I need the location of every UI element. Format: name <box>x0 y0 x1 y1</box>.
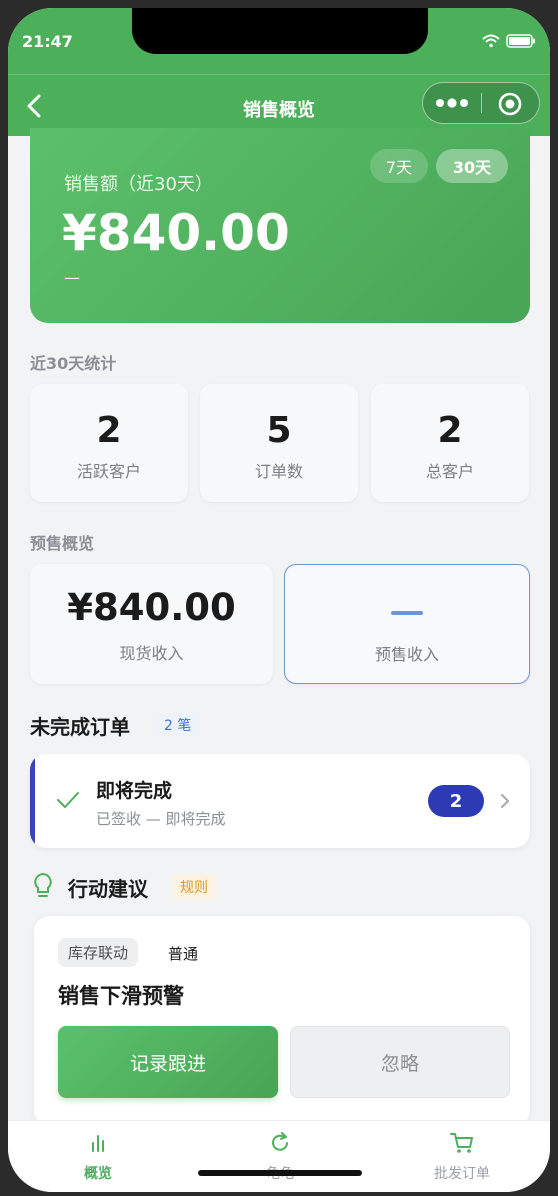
sales-label: 销售额（近30天） <box>64 174 213 195</box>
rule-tag: 规则 <box>172 874 216 900</box>
stat-label: 订单数 <box>254 462 303 481</box>
stat-label: 活跃客户 <box>76 462 141 481</box>
check-icon <box>57 792 79 808</box>
presale-revenue-card[interactable]: 预售收入 <box>284 564 530 684</box>
top-bar: 21:47 销售概览 <box>8 8 550 136</box>
home-indicator <box>198 1170 362 1176</box>
more-icon[interactable] <box>435 94 469 112</box>
battery-icon <box>506 34 535 48</box>
cart-icon <box>450 1133 473 1153</box>
bar-chart-icon <box>92 1135 104 1152</box>
miniprogram-capsule <box>422 82 540 124</box>
stat-value: 5 <box>266 410 292 451</box>
capsule-divider <box>481 93 482 113</box>
nav-divider <box>8 74 550 75</box>
presale-revenue-label: 预售收入 <box>374 645 439 664</box>
sales-hero-card: 销售额（近30天） ¥840.00 — 7天 30天 <box>30 128 530 323</box>
advice-title: 销售下滑预警 <box>58 984 184 1008</box>
order-status-title: 即将完成 <box>96 780 173 802</box>
tab-overview[interactable]: 概览 <box>38 1131 158 1183</box>
sales-value: ¥840.00 <box>62 204 290 262</box>
tab-label: 批发订单 <box>434 1166 490 1182</box>
tab-wholesale-orders[interactable]: 批发订单 <box>402 1131 522 1183</box>
card-accent-bar <box>30 754 35 848</box>
spot-revenue-value: ¥840.00 <box>67 586 236 629</box>
chevron-right-icon <box>500 793 510 809</box>
presale-section-title: 预售概览 <box>30 534 95 553</box>
advice-card: 库存联动 普通 销售下滑预警 记录跟进 忽略 <box>34 916 530 1126</box>
range-7-days-button[interactable]: 7天 <box>370 149 428 183</box>
pending-order-card[interactable]: 即将完成 已签收 — 即将完成 2 <box>30 754 530 848</box>
stat-card-active-customers[interactable]: 2 活跃客户 <box>30 384 188 502</box>
close-target-icon[interactable] <box>497 91 523 117</box>
tab-label: 概览 <box>84 1166 112 1182</box>
stat-label: 总客户 <box>425 462 474 481</box>
wifi-icon <box>482 34 500 48</box>
order-count-badge: 2 <box>428 785 484 817</box>
sales-change: — <box>64 268 80 287</box>
advice-level: 普通 <box>168 945 199 963</box>
spot-revenue-card[interactable]: ¥840.00 现货收入 <box>30 564 273 684</box>
spot-revenue-label: 现货收入 <box>119 644 184 663</box>
advice-category-tag: 库存联动 <box>58 938 139 967</box>
bottom-tab-bar: 概览 龟龟 批发订单 <box>8 1120 550 1192</box>
stat-card-orders[interactable]: 5 订单数 <box>200 384 358 502</box>
phone-screen: 21:47 销售概览 销售额（近30天） ¥840.00 — 7天 30天 近3… <box>8 8 550 1192</box>
refresh-icon <box>272 1132 288 1151</box>
lightbulb-icon <box>34 872 52 897</box>
stat-value: 2 <box>96 410 122 451</box>
action-advice-title: 行动建议 <box>68 877 148 901</box>
device-notch <box>132 8 428 54</box>
stat-card-total-customers[interactable]: 2 总客户 <box>371 384 529 502</box>
ignore-button[interactable]: 忽略 <box>290 1026 510 1098</box>
order-status-subtitle: 已签收 — 即将完成 <box>96 810 226 828</box>
range-30-days-button[interactable]: 30天 <box>436 149 508 183</box>
stats-section-title: 近30天统计 <box>30 354 117 373</box>
presale-empty-dash <box>391 611 423 615</box>
pending-orders-title: 未完成订单 <box>30 715 130 739</box>
pending-count-tag: 2 笔 <box>156 713 200 737</box>
status-time: 21:47 <box>22 32 73 51</box>
status-icons <box>482 34 536 48</box>
record-followup-button[interactable]: 记录跟进 <box>58 1026 278 1098</box>
stat-value: 2 <box>437 410 463 451</box>
